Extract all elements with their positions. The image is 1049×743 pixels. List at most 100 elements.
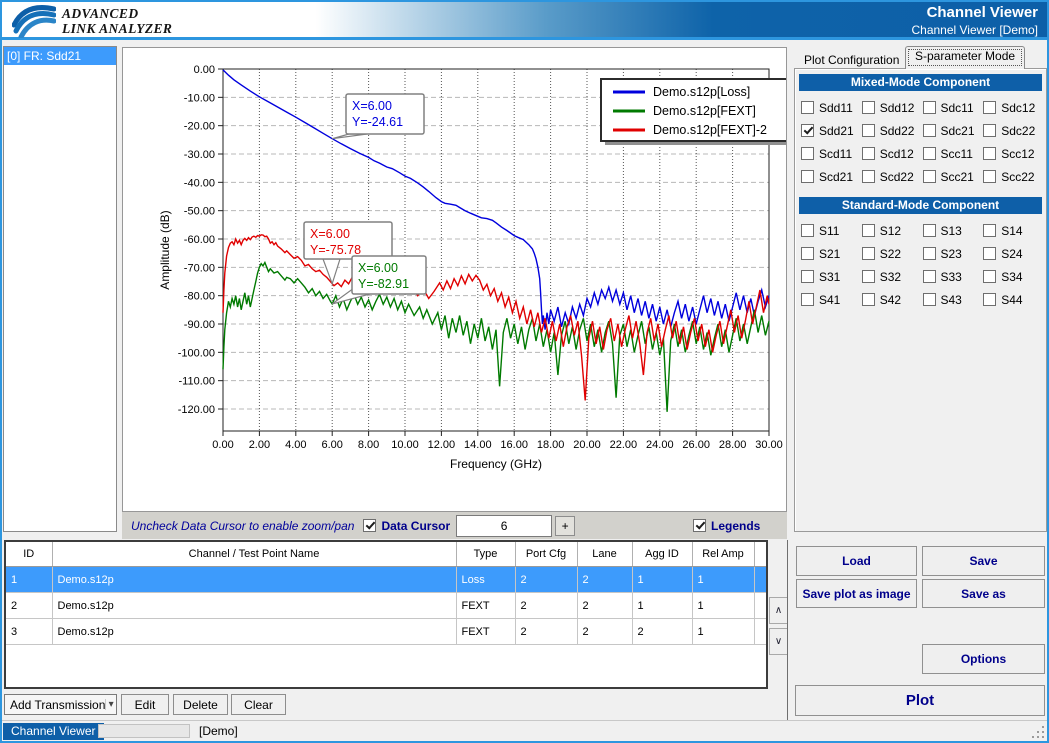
svg-text:0.00: 0.00 <box>194 64 215 76</box>
cursor-annotation[interactable]: X=6.00Y=-24.61 <box>332 94 424 139</box>
svg-text:28.00: 28.00 <box>719 439 747 451</box>
checkbox-Sdc12[interactable] <box>983 101 996 114</box>
save-button[interactable]: Save <box>922 546 1045 576</box>
svg-text:26.00: 26.00 <box>682 439 710 451</box>
checkbox-S41[interactable] <box>801 293 814 306</box>
tab-s-parameter-mode[interactable]: S-parameter Mode <box>905 46 1025 69</box>
checkbox-Scc12[interactable] <box>983 147 996 160</box>
checkbox-cell-Sdc12: Sdc12 <box>983 96 1044 119</box>
checkbox-S44[interactable] <box>983 293 996 306</box>
checkbox-S22[interactable] <box>862 247 875 260</box>
sparameter-chart[interactable]: 0.00-10.00-20.00-30.00-40.00-50.00-60.00… <box>123 48 786 511</box>
svg-text:-70.00: -70.00 <box>184 262 215 274</box>
load-button[interactable]: Load <box>796 546 917 576</box>
column-header[interactable]: Type <box>456 542 515 567</box>
checkbox-Sdc21[interactable] <box>923 124 936 137</box>
column-header[interactable]: Channel / Test Point Name <box>52 542 456 567</box>
table-cell: 1 <box>632 567 692 593</box>
column-header[interactable]: Lane <box>577 542 632 567</box>
checkbox-Scd11[interactable] <box>801 147 814 160</box>
column-header[interactable] <box>754 542 766 567</box>
table-row[interactable]: 1Demo.s12pLoss2211 <box>6 567 766 593</box>
column-header[interactable]: Port Cfg <box>515 542 577 567</box>
plot-button[interactable]: Plot <box>795 685 1045 716</box>
data-cursor-input[interactable] <box>456 515 552 537</box>
checkbox-Sdd12[interactable] <box>862 101 875 114</box>
checkbox-S21[interactable] <box>801 247 814 260</box>
tab-plot-configuration[interactable]: Plot Configuration <box>798 51 905 69</box>
checkbox-S13[interactable] <box>923 224 936 237</box>
save-plot-as-image-button[interactable]: Save plot as image <box>796 579 917 608</box>
checkbox-label-Scc22: Scc22 <box>1001 170 1034 184</box>
svg-text:Amplitude (dB): Amplitude (dB) <box>158 210 172 289</box>
row-down-button[interactable]: ∨ <box>769 628 788 655</box>
data-cursor-checkbox[interactable] <box>363 519 376 532</box>
table-cell: Demo.s12p <box>52 567 456 593</box>
checkbox-label-S21: S21 <box>819 247 840 261</box>
table-row[interactable]: 2Demo.s12pFEXT2211 <box>6 593 766 619</box>
checkbox-label-Scd12: Scd12 <box>880 147 914 161</box>
list-item[interactable]: [0] FR: Sdd21 <box>4 47 116 65</box>
checkbox-S42[interactable] <box>862 293 875 306</box>
checkbox-Sdc22[interactable] <box>983 124 996 137</box>
mixed-mode-header: Mixed-Mode Component <box>799 74 1042 91</box>
checkbox-S23[interactable] <box>923 247 936 260</box>
title-bar: ADVANCED LINK ANALYZER Channel Viewer Ch… <box>2 2 1047 40</box>
checkbox-Sdc11[interactable] <box>923 101 936 114</box>
brand-line1: ADVANCED <box>62 6 172 21</box>
column-header[interactable]: Agg ID <box>632 542 692 567</box>
row-up-button[interactable]: ∧ <box>769 597 788 624</box>
checkbox-Sdd11[interactable] <box>801 101 814 114</box>
app-subtitle: Channel Viewer [Demo] <box>911 23 1038 37</box>
checkbox-S11[interactable] <box>801 224 814 237</box>
table-cell: 1 <box>692 567 754 593</box>
checkbox-Scc22[interactable] <box>983 170 996 183</box>
column-header[interactable]: Rel Amp <box>692 542 754 567</box>
column-header[interactable]: ID <box>6 542 52 567</box>
table-row[interactable]: 3Demo.s12pFEXT2221 <box>6 619 766 645</box>
checkbox-Scc11[interactable] <box>923 147 936 160</box>
svg-text:X=6.00: X=6.00 <box>352 99 392 113</box>
checkbox-cell-S21: S21 <box>801 242 862 265</box>
legends-checkbox[interactable] <box>693 519 706 532</box>
channel-table[interactable]: IDChannel / Test Point NameTypePort CfgL… <box>4 540 768 689</box>
svg-text:24.00: 24.00 <box>646 439 674 451</box>
svg-text:16.00: 16.00 <box>500 439 528 451</box>
checkbox-label-S24: S24 <box>1001 247 1022 261</box>
add-transmission-dropdown[interactable]: Add Transmission ▾ <box>4 694 117 715</box>
svg-text:12.00: 12.00 <box>428 439 456 451</box>
add-transmission-label: Add Transmission <box>5 698 105 712</box>
checkbox-Scd12[interactable] <box>862 147 875 160</box>
statusbar-field <box>98 724 190 738</box>
checkbox-S33[interactable] <box>923 270 936 283</box>
svg-text:-20.00: -20.00 <box>184 121 215 133</box>
checkbox-S43[interactable] <box>923 293 936 306</box>
delete-button[interactable]: Delete <box>173 694 228 715</box>
panel-divider <box>787 540 788 720</box>
checkbox-S31[interactable] <box>801 270 814 283</box>
edit-button[interactable]: Edit <box>121 694 169 715</box>
cursor-increment-button[interactable]: + <box>555 516 575 536</box>
resize-grip-icon[interactable] <box>1032 726 1044 738</box>
svg-text:Demo.s12p[FEXT]: Demo.s12p[FEXT] <box>653 104 756 118</box>
checkbox-label-Sdc11: Sdc11 <box>941 101 974 115</box>
checkbox-S14[interactable] <box>983 224 996 237</box>
checkbox-Sdd21[interactable] <box>801 124 814 137</box>
checkbox-S24[interactable] <box>983 247 996 260</box>
table-cell: 2 <box>515 567 577 593</box>
checkbox-S12[interactable] <box>862 224 875 237</box>
checkbox-Scc21[interactable] <box>923 170 936 183</box>
clear-button[interactable]: Clear <box>231 694 286 715</box>
checkbox-Sdd22[interactable] <box>862 124 875 137</box>
table-cell: 2 <box>577 567 632 593</box>
checkbox-Scd22[interactable] <box>862 170 875 183</box>
save-as-button[interactable]: Save as <box>922 579 1045 608</box>
checkbox-S32[interactable] <box>862 270 875 283</box>
result-listbox[interactable]: [0] FR: Sdd21 <box>3 46 117 532</box>
checkbox-Scd21[interactable] <box>801 170 814 183</box>
options-button[interactable]: Options <box>922 644 1045 674</box>
checkbox-cell-Sdd22: Sdd22 <box>862 119 923 142</box>
checkbox-S34[interactable] <box>983 270 996 283</box>
checkbox-cell-S22: S22 <box>862 242 923 265</box>
legends-label: Legends <box>711 519 760 533</box>
